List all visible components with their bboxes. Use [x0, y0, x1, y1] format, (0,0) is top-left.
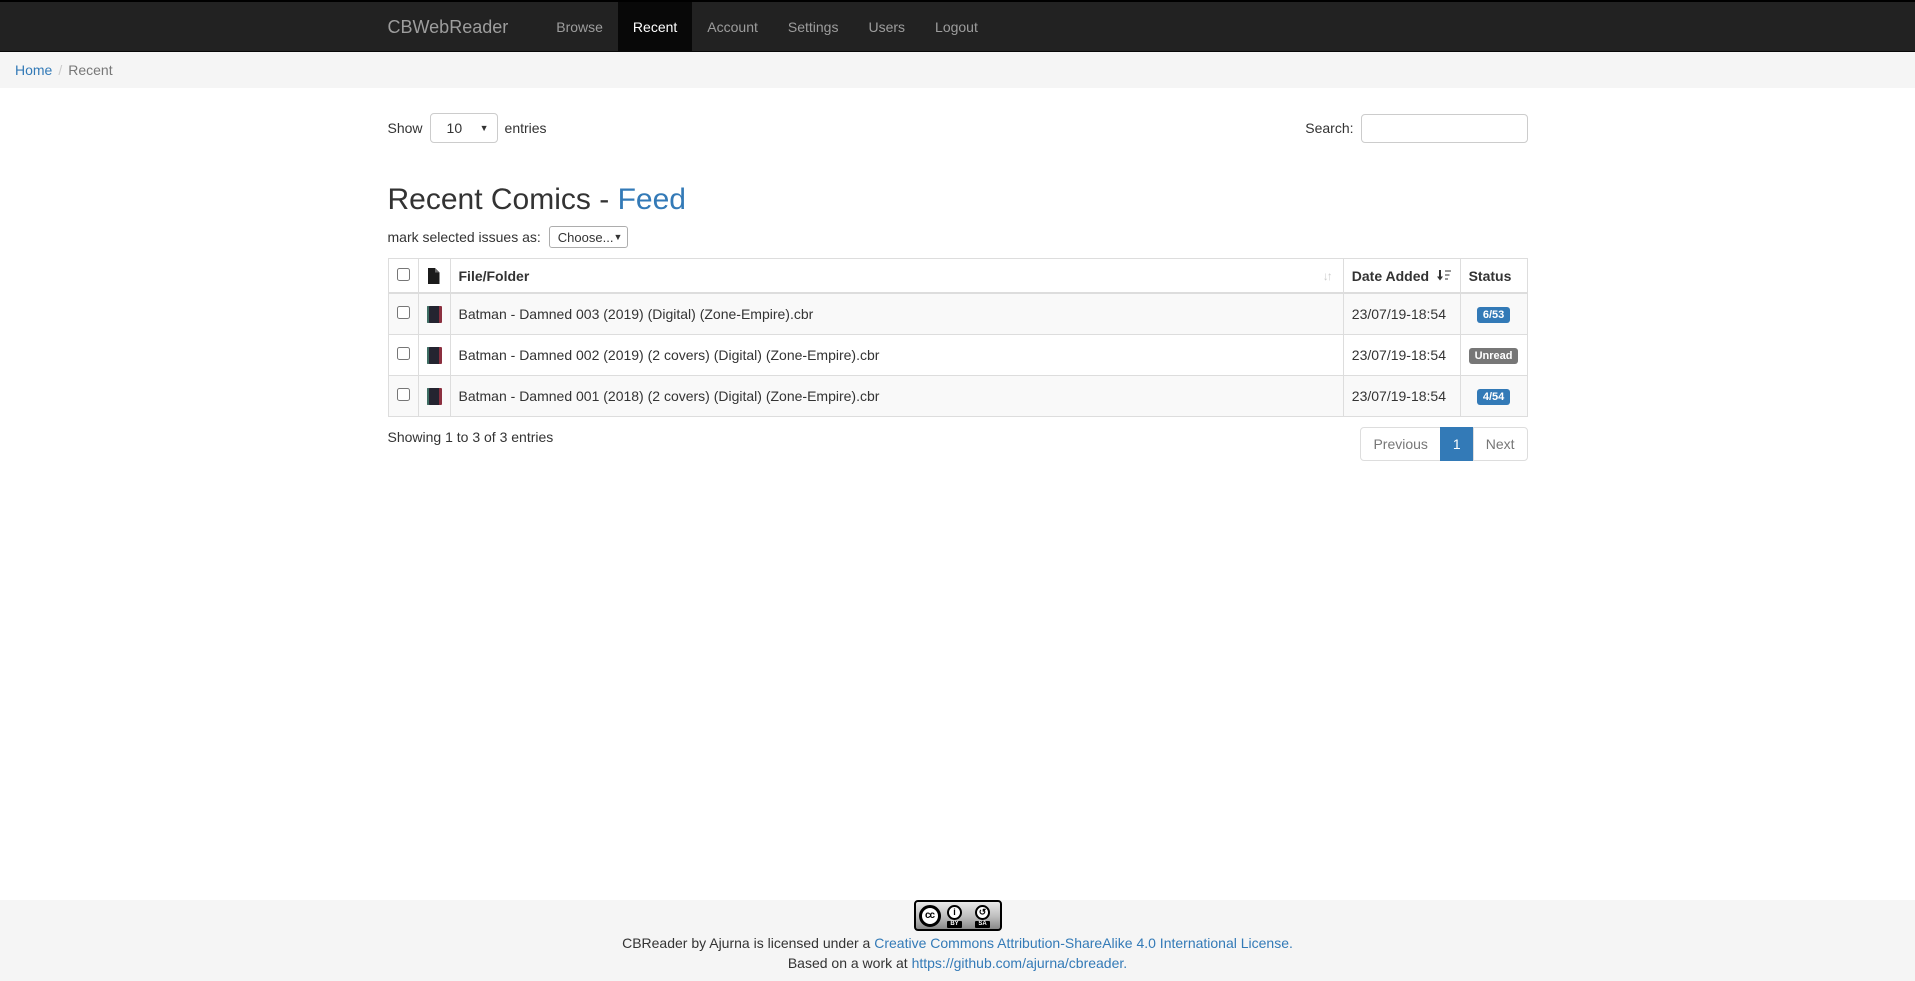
cc-sa-group: ↺ SA: [969, 905, 997, 928]
book-icon: [427, 388, 442, 405]
cc-license-link[interactable]: Creative Commons Attribution-ShareAlike …: [874, 935, 1293, 951]
status-badge: 6/53: [1477, 307, 1510, 323]
file-name[interactable]: Batman - Damned 001 (2018) (2 covers) (D…: [450, 376, 1343, 417]
feed-link[interactable]: Feed: [618, 183, 686, 216]
breadcrumb: Home/Recent: [0, 52, 1915, 88]
file-name[interactable]: Batman - Damned 002 (2019) (2 covers) (D…: [450, 335, 1343, 376]
nav-item-users[interactable]: Users: [853, 2, 920, 52]
navbar: CBWebReader Browse Recent Account Settin…: [0, 2, 1915, 52]
search-label: Search:: [1305, 120, 1353, 136]
column-header-date[interactable]: Date Added: [1343, 259, 1460, 294]
sort-icon: ↓↑: [1323, 269, 1331, 283]
nav-item-account[interactable]: Account: [692, 2, 773, 52]
page-title: Recent Comics - Feed: [388, 182, 1528, 217]
license-line: CBReader by Ajurna is licensed under a C…: [0, 935, 1915, 951]
pagination-page-1-button[interactable]: 1: [1440, 427, 1474, 461]
pagination: Previous 1 Next: [1360, 427, 1527, 461]
row-checkbox[interactable]: [397, 347, 410, 360]
book-icon: [427, 347, 442, 364]
table-length-control: Show 10 ▼ entries: [388, 113, 547, 143]
column-header-status[interactable]: Status: [1460, 259, 1527, 294]
caret-down-icon: ▼: [613, 232, 622, 242]
table-body: Batman - Damned 003 (2019) (Digital) (Zo…: [388, 293, 1527, 417]
date-added: 23/07/19-18:54: [1343, 335, 1460, 376]
file-type-header: [418, 259, 450, 294]
caret-down-icon: ▼: [480, 123, 489, 133]
mark-selected-value: Choose...: [558, 230, 614, 245]
table-row: Batman - Damned 002 (2019) (2 covers) (D…: [388, 335, 1527, 376]
date-added: 23/07/19-18:54: [1343, 376, 1460, 417]
footer: cc i BY ↺ SA CBReader by Ajurna is licen…: [0, 900, 1915, 981]
page-title-text: Recent Comics -: [388, 183, 618, 216]
breadcrumb-home-link[interactable]: Home: [15, 62, 52, 78]
entries-per-page-select[interactable]: 10 ▼: [430, 113, 498, 143]
table-row: Batman - Damned 003 (2019) (Digital) (Zo…: [388, 293, 1527, 335]
row-checkbox[interactable]: [397, 388, 410, 401]
status-badge: 4/54: [1477, 389, 1510, 405]
recent-comics-table: File/Folder ↓↑ Date Added Status Batman …: [388, 258, 1528, 417]
table-header-row: File/Folder ↓↑ Date Added Status: [388, 259, 1527, 294]
entries-per-page-value: 10: [439, 120, 463, 136]
mark-selected-select[interactable]: Choose... ▼: [549, 226, 628, 248]
cc-sa-label: SA: [975, 921, 989, 928]
license-text: CBReader by Ajurna is licensed under a: [622, 935, 874, 951]
breadcrumb-current: Recent: [68, 62, 112, 78]
cc-sa-icon: ↺: [975, 905, 990, 920]
table-info: Showing 1 to 3 of 3 entries: [388, 417, 554, 445]
table-row: Batman - Damned 001 (2018) (2 covers) (D…: [388, 376, 1527, 417]
cc-by-group: i BY: [941, 905, 969, 928]
select-all-header: [388, 259, 418, 294]
brand-logo[interactable]: CBWebReader: [388, 2, 509, 52]
cc-license-badge[interactable]: cc i BY ↺ SA: [914, 900, 1002, 931]
select-all-checkbox[interactable]: [397, 268, 410, 281]
table-search-control: Search:: [1305, 114, 1527, 143]
book-icon: [427, 306, 442, 323]
nav-item-recent[interactable]: Recent: [618, 2, 692, 52]
main-nav: Browse Recent Account Settings Users Log…: [541, 2, 993, 52]
entries-label: entries: [505, 120, 547, 136]
cc-by-icon: i: [947, 905, 962, 920]
nav-item-browse[interactable]: Browse: [541, 2, 618, 52]
row-checkbox[interactable]: [397, 306, 410, 319]
column-header-date-label: Date Added: [1352, 268, 1429, 284]
mark-selected-control: mark selected issues as: Choose... ▼: [388, 226, 1528, 248]
mark-selected-label: mark selected issues as:: [388, 229, 541, 245]
column-header-file[interactable]: File/Folder ↓↑: [450, 259, 1343, 294]
column-header-file-label: File/Folder: [459, 268, 530, 284]
cc-by-label: BY: [947, 921, 961, 928]
cc-logo-icon: cc: [919, 905, 941, 927]
column-header-status-label: Status: [1469, 268, 1512, 284]
sort-desc-icon: [1436, 269, 1451, 282]
nav-item-settings[interactable]: Settings: [773, 2, 854, 52]
nav-item-logout[interactable]: Logout: [920, 2, 993, 52]
status-badge: Unread: [1469, 348, 1519, 364]
breadcrumb-separator: /: [52, 62, 68, 78]
file-name[interactable]: Batman - Damned 003 (2019) (Digital) (Zo…: [450, 293, 1343, 335]
search-input[interactable]: [1361, 114, 1528, 143]
pagination-next-button[interactable]: Next: [1473, 427, 1528, 461]
show-label: Show: [388, 120, 423, 136]
pagination-previous-button[interactable]: Previous: [1360, 427, 1440, 461]
file-icon: [427, 267, 440, 283]
github-link[interactable]: https://github.com/ajurna/cbreader.: [912, 955, 1128, 971]
source-line: Based on a work at https://github.com/aj…: [0, 955, 1915, 971]
source-text: Based on a work at: [788, 955, 912, 971]
date-added: 23/07/19-18:54: [1343, 293, 1460, 335]
